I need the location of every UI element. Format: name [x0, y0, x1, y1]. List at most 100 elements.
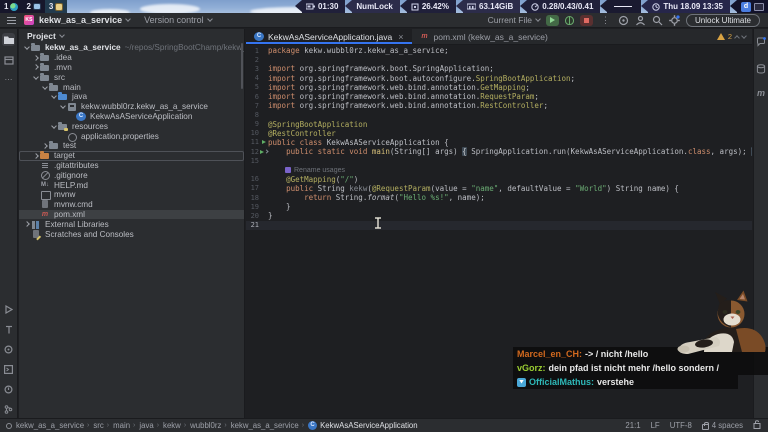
updates-icon[interactable] — [618, 15, 629, 26]
terminal-tool-icon[interactable] — [2, 363, 15, 376]
indent-widget[interactable]: 4 spaces — [701, 421, 743, 430]
vcs-widget[interactable]: Version control — [144, 15, 213, 25]
debug-button[interactable] — [564, 15, 574, 25]
tree-item[interactable]: kekw_as_a_service ~/repos/SpringBootChamp… — [19, 43, 244, 53]
readonly-toggle-icon[interactable] — [753, 420, 762, 431]
vcs-branch-tool-icon[interactable] — [2, 403, 15, 416]
tree-item[interactable]: .gitattributes — [19, 161, 244, 171]
tree-item[interactable]: mvnw — [19, 190, 244, 201]
code-line[interactable]: 1 package kekw.wubbl0rz.kekw_as_a_service… — [246, 46, 752, 55]
code-line[interactable]: 7 import org.springframework.web.bind.ann… — [246, 101, 752, 110]
tab-kekwasaserviceapplication[interactable]: KekwAsAServiceApplication.java × — [246, 29, 412, 44]
tree-item[interactable]: M↓ HELP.md — [19, 180, 244, 190]
settings-gear-icon[interactable] — [669, 14, 680, 26]
breadcrumb-item[interactable]: KekwAsAServiceApplication — [308, 421, 418, 430]
workspace-2[interactable]: 2 — [22, 0, 45, 13]
code-line[interactable]: 19 } — [246, 202, 752, 211]
code-line[interactable]: 2 — [246, 55, 752, 64]
maven-tool-icon[interactable]: m — [757, 88, 765, 98]
tree-chevron-icon[interactable] — [41, 143, 49, 149]
workspace-switcher[interactable]: 123 — [0, 0, 68, 13]
tree-chevron-icon[interactable] — [23, 221, 31, 228]
run-gutter-icon[interactable] — [259, 149, 269, 154]
more-tool-windows-icon[interactable]: ⋯ — [2, 73, 15, 86]
code-line[interactable]: 6 import org.springframework.web.bind.ann… — [246, 92, 752, 101]
code-line[interactable]: 11 public class KekwAsAServiceApplication… — [246, 138, 752, 147]
tree-chevron-icon[interactable] — [32, 64, 40, 71]
database-icon[interactable] — [756, 61, 766, 79]
tree-item[interactable]: resources — [19, 121, 244, 131]
inspection-widget[interactable]: 2 — [716, 32, 747, 41]
code-line[interactable]: 15 — [246, 156, 752, 165]
project-widget[interactable]: kekw_as_a_service — [39, 15, 131, 25]
run-tool-icon[interactable] — [2, 303, 15, 316]
code-line[interactable]: 16 @GetMapping("/") — [246, 175, 752, 184]
code-line[interactable]: 12 public static void main(String[] args… — [246, 147, 752, 157]
services-tool-icon[interactable] — [2, 343, 15, 356]
tree-item[interactable]: .idea — [19, 53, 244, 63]
run-configuration-selector[interactable]: Current File — [488, 15, 541, 25]
breadcrumb-item[interactable]: kekw_as_a_service › — [231, 421, 304, 430]
tree-chevron-icon[interactable] — [50, 122, 58, 129]
tree-item[interactable]: java — [19, 92, 244, 102]
breadcrumb-item[interactable]: wubbl0rz › — [190, 421, 227, 430]
breadcrumb-item[interactable]: kekw_as_a_service › — [16, 421, 89, 430]
tree-item[interactable]: src — [19, 72, 244, 82]
tree-item[interactable]: mvnw.cmd — [19, 200, 244, 210]
workspace-1[interactable]: 1 — [0, 0, 23, 13]
tree-chevron-icon[interactable] — [23, 44, 31, 51]
stop-button[interactable] — [579, 14, 593, 26]
prev-problem-icon[interactable] — [734, 34, 740, 41]
code-line[interactable]: 10 @RestController — [246, 129, 752, 138]
project-panel-header[interactable]: Project — [19, 29, 244, 43]
git-tool-icon[interactable] — [2, 323, 15, 336]
tree-item[interactable]: target — [19, 151, 244, 161]
code-line[interactable]: 4 import org.springframework.boot.autocon… — [246, 74, 752, 83]
tree-chevron-icon[interactable] — [32, 152, 40, 159]
project-scrollbar[interactable] — [241, 43, 243, 89]
tree-item[interactable]: test — [19, 141, 244, 151]
run-button[interactable] — [545, 14, 559, 26]
discord-tray-icon[interactable]: d — [741, 1, 751, 12]
code-line[interactable]: 17 public String kekw(@RequestParam(valu… — [246, 184, 752, 193]
encoding-widget[interactable]: UTF-8 — [670, 421, 692, 430]
code-line[interactable]: 8 — [246, 110, 752, 119]
commit-tool-icon[interactable] — [2, 53, 15, 66]
code-line[interactable]: 5 import org.springframework.web.bind.ann… — [246, 83, 752, 92]
tree-chevron-icon[interactable] — [59, 103, 67, 110]
more-run-options-icon[interactable]: ⋮ — [601, 15, 610, 26]
code-line[interactable]: 20} — [246, 211, 752, 220]
close-tab-icon[interactable]: × — [398, 32, 403, 42]
main-menu-icon[interactable] — [7, 15, 16, 26]
code-line[interactable]: 9 @SpringBootApplication — [246, 120, 752, 129]
breadcrumb-item[interactable]: java › — [139, 421, 159, 430]
tree-chevron-icon[interactable] — [50, 93, 58, 100]
code-line[interactable]: 21 — [246, 220, 752, 230]
tree-item[interactable]: application.properties — [19, 131, 244, 142]
system-tray[interactable]: d — [730, 0, 768, 13]
code-editor[interactable]: 1 package kekw.wubbl0rz.kekw_as_a_service… — [246, 45, 752, 230]
line-separator-widget[interactable]: LF — [651, 421, 660, 430]
project-tool-icon[interactable] — [2, 33, 15, 46]
tree-item[interactable]: kekw.wubbl0rz.kekw_as_a_service — [19, 102, 244, 112]
tree-item[interactable]: Scratches and Consoles — [19, 229, 244, 239]
tree-chevron-icon[interactable] — [41, 83, 49, 90]
tree-item[interactable]: .gitignore — [19, 170, 244, 181]
workspace-3[interactable]: 3 — [44, 0, 68, 13]
notifications-icon[interactable] — [756, 34, 766, 52]
tree-item[interactable]: main — [19, 82, 244, 92]
monitor-tray-icon[interactable] — [754, 2, 764, 11]
code-line[interactable]: Rename usages — [246, 165, 752, 174]
breadcrumb-item[interactable]: kekw › — [163, 421, 186, 430]
tab-pomxml[interactable]: m pom.xml (kekw_as_a_service) — [412, 29, 556, 44]
tree-item[interactable]: External Libraries — [19, 219, 244, 229]
search-everywhere-icon[interactable] — [652, 15, 663, 26]
run-gutter-icon[interactable] — [259, 140, 268, 145]
problems-tool-icon[interactable] — [2, 383, 15, 396]
tree-item[interactable]: .mvn — [19, 62, 244, 73]
tree-chevron-icon[interactable] — [32, 54, 40, 61]
code-line[interactable]: 3 import org.springframework.boot.SpringA… — [246, 64, 752, 73]
breadcrumb-item[interactable]: main › — [113, 421, 135, 430]
code-line[interactable]: 18 return String.format("Hello %s!", nam… — [246, 193, 752, 202]
breadcrumb-item[interactable]: src › — [93, 421, 109, 430]
